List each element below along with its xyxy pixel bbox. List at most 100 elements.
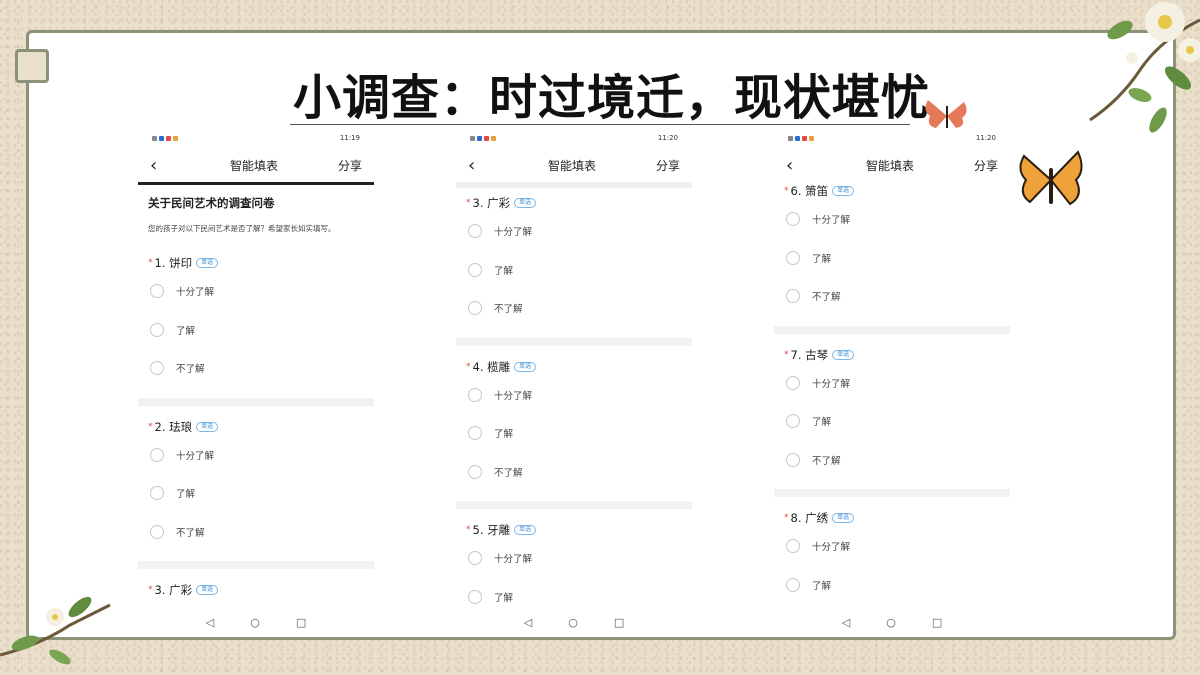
radio-button[interactable] (786, 212, 800, 227)
section-divider (456, 337, 692, 346)
option-label: 十分了解 (176, 450, 215, 462)
radio-button[interactable] (150, 524, 164, 539)
status-icons (788, 135, 814, 141)
chevron-left-icon: ‹ (150, 154, 158, 176)
status-bar: 11:19 (138, 128, 374, 148)
question-label: 3. 广彩 (472, 196, 511, 210)
question-label: 3. 广彩 (154, 583, 193, 597)
section-divider (138, 561, 374, 569)
required-star: * (784, 349, 789, 360)
question-header: * 6. 箫笛 单选 (784, 182, 1000, 200)
header-divider (138, 182, 374, 185)
circle-home-icon[interactable]: ○ (250, 616, 260, 629)
system-nav-bar: ◁ ○ □ (774, 608, 1010, 636)
required-star: * (148, 421, 153, 432)
option-row[interactable]: 了解 (784, 566, 1000, 605)
option-row[interactable]: 十分了解 (784, 527, 1000, 566)
radio-button[interactable] (786, 414, 800, 429)
radio-button[interactable] (150, 284, 164, 299)
radio-button[interactable] (786, 250, 800, 265)
square-recent-icon[interactable]: □ (614, 616, 624, 629)
status-time: 11:20 (975, 134, 996, 142)
question-block: * 3. 广彩 单选 十分了解 了解 不了解 (456, 188, 692, 346)
system-nav-bar: ◁ ○ □ (456, 608, 692, 636)
option-row[interactable]: 了解 (148, 311, 364, 350)
option-row[interactable]: 不了解 (784, 441, 1000, 480)
triangle-back-icon[interactable]: ◁ (524, 616, 532, 629)
radio-button[interactable] (468, 464, 482, 479)
radio-button[interactable] (150, 486, 164, 501)
radio-button[interactable] (786, 539, 800, 554)
option-row[interactable]: 不了解 (148, 349, 364, 388)
share-button[interactable]: 分享 (338, 157, 362, 174)
option-row[interactable]: 了解 (784, 239, 1000, 278)
option-row[interactable]: 十分了解 (784, 364, 1000, 403)
square-recent-icon[interactable]: □ (296, 616, 306, 629)
option-row[interactable]: 不了解 (466, 289, 682, 328)
question-header: * 1. 饼印 单选 (148, 254, 364, 272)
single-choice-tag: 单选 (514, 361, 537, 372)
radio-button[interactable] (468, 301, 482, 316)
status-time: 11:19 (339, 134, 360, 142)
option-label: 十分了解 (812, 542, 851, 554)
radio-button[interactable] (786, 375, 800, 390)
option-row[interactable]: 了解 (148, 474, 364, 513)
share-button[interactable]: 分享 (656, 157, 680, 174)
single-choice-tag: 单选 (832, 513, 855, 523)
radio-button[interactable] (468, 426, 482, 441)
radio-button[interactable] (468, 589, 482, 604)
required-star: * (148, 258, 153, 268)
question-label: 2. 珐琅 (154, 419, 193, 434)
single-choice-tag: 单选 (832, 349, 855, 360)
question-block: * 6. 箫笛 单选 十分了解 了解 不了解 (774, 182, 1010, 334)
status-bar: 11:20 (456, 128, 692, 148)
radio-button[interactable] (786, 577, 800, 592)
back-button[interactable]: ‹ (468, 155, 488, 176)
status-icons (470, 135, 496, 141)
radio-button[interactable] (786, 452, 800, 467)
circle-home-icon[interactable]: ○ (886, 616, 896, 629)
option-label: 了解 (494, 265, 514, 277)
triangle-back-icon[interactable]: ◁ (842, 616, 850, 629)
option-row[interactable]: 不了解 (466, 453, 682, 492)
nav-title: 智能填表 (547, 158, 596, 173)
radio-button[interactable] (150, 322, 164, 337)
option-label: 不了解 (494, 304, 523, 316)
question-block: * 7. 古琴 单选 十分了解 了解 不了解 (774, 340, 1010, 497)
phone-screenshot-2: 11:20 ‹ 智能填表 分享 * 3. 广彩 单选 十分了解 了解 不了解 * 4.… (456, 128, 692, 636)
radio-button[interactable] (468, 262, 482, 277)
back-button[interactable]: ‹ (786, 155, 806, 176)
option-row[interactable]: 了解 (466, 251, 682, 290)
single-choice-tag: 单选 (514, 525, 537, 535)
circle-home-icon[interactable]: ○ (568, 616, 578, 629)
share-button[interactable]: 分享 (974, 157, 998, 174)
question-header: * 8. 广绣 单选 (784, 509, 1000, 527)
option-label: 了解 (176, 325, 196, 337)
square-recent-icon[interactable]: □ (932, 616, 942, 629)
radio-button[interactable] (468, 224, 482, 239)
option-row[interactable]: 十分了解 (466, 212, 682, 251)
option-row[interactable]: 了解 (466, 414, 682, 453)
radio-button[interactable] (468, 387, 482, 402)
radio-button[interactable] (786, 289, 800, 304)
option-row[interactable]: 十分了解 (784, 200, 1000, 239)
back-button[interactable]: ‹ (150, 155, 170, 176)
phone-screenshot-3: 11:20 ‹ 智能填表 分享 * 6. 箫笛 单选 十分了解 了解 不了解 * 7.… (774, 128, 1010, 636)
option-row[interactable]: 不了解 (784, 277, 1000, 316)
radio-button[interactable] (468, 551, 482, 566)
option-row[interactable]: 十分了解 (148, 436, 364, 475)
option-row[interactable]: 不了解 (148, 513, 364, 552)
question-label: 4. 榄雕 (472, 359, 511, 374)
question-block: * 5. 牙雕 单选 十分了解 了解 (456, 515, 692, 616)
option-row[interactable]: 十分了解 (466, 376, 682, 415)
option-row[interactable]: 十分了解 (466, 539, 682, 578)
system-nav-bar: ◁ ○ □ (138, 608, 374, 636)
radio-button[interactable] (150, 361, 164, 376)
option-label: 不了解 (812, 455, 841, 467)
nav-bar: ‹ 智能填表 分享 (456, 148, 692, 182)
single-choice-tag: 单选 (196, 421, 219, 432)
option-row[interactable]: 了解 (784, 402, 1000, 441)
triangle-back-icon[interactable]: ◁ (206, 616, 214, 629)
radio-button[interactable] (150, 447, 164, 462)
option-row[interactable]: 十分了解 (148, 272, 364, 311)
